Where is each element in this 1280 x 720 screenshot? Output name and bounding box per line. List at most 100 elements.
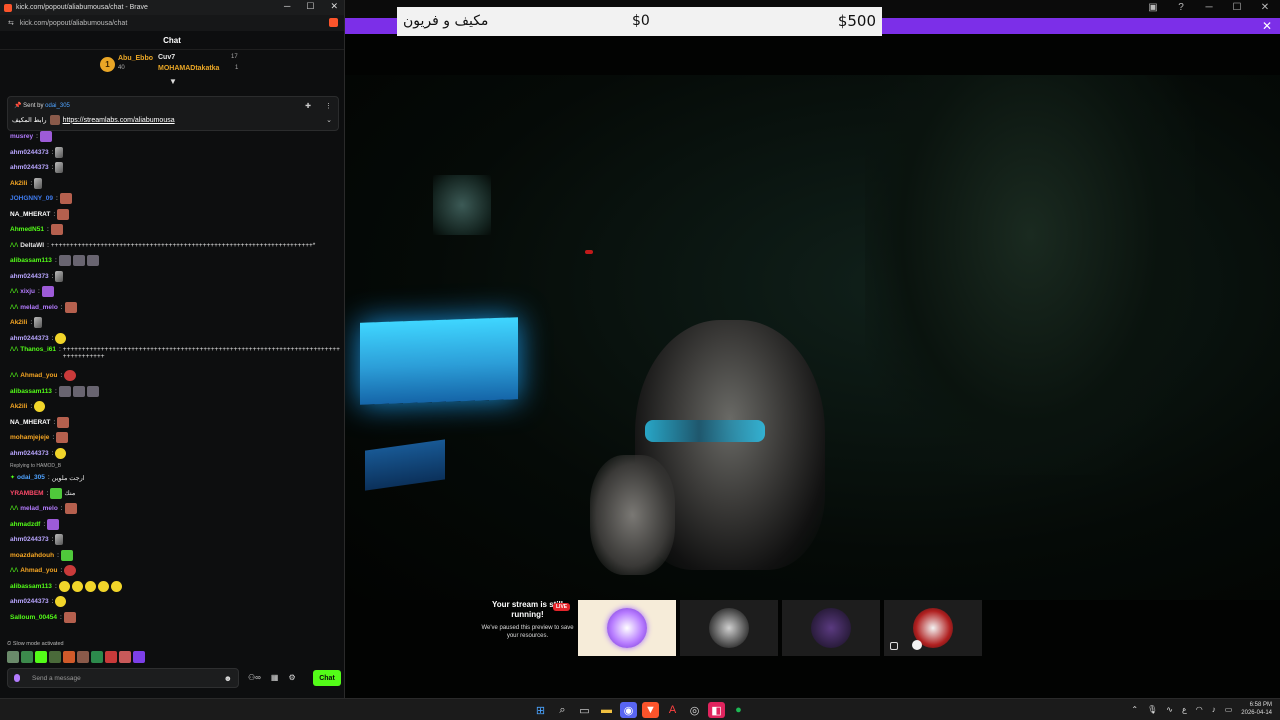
- chat-username[interactable]: Ak2ili: [10, 180, 27, 187]
- chat-message[interactable]: ᐱᐱ Ahmad_you:: [10, 368, 340, 384]
- chat-username[interactable]: mohamjejeje: [10, 434, 49, 441]
- chat-username[interactable]: Thanos_i61: [20, 346, 56, 353]
- chat-username[interactable]: melad_melo: [20, 505, 58, 512]
- expand-leaderboard-icon[interactable]: ▼: [169, 77, 177, 86]
- emote-1[interactable]: [7, 651, 19, 663]
- chat-message[interactable]: ahm0244373:: [10, 331, 340, 347]
- stream-preview-video[interactable]: [345, 75, 1280, 600]
- url-text[interactable]: kick.com/popout/aliabumousa/chat: [20, 20, 127, 27]
- microphone-icon[interactable]: 🎙: [1147, 705, 1157, 714]
- source-card-skull[interactable]: [680, 600, 778, 656]
- chat-username[interactable]: YRAMBEM: [10, 490, 44, 497]
- chat-username[interactable]: ahm0244373: [10, 536, 49, 543]
- emote-10[interactable]: [133, 651, 145, 663]
- unpin-icon[interactable]: ✚: [305, 102, 311, 110]
- streamlabs-icon[interactable]: ◧: [708, 702, 725, 718]
- settings-gear-icon[interactable]: ⚙: [288, 673, 295, 682]
- emote-9[interactable]: [119, 651, 131, 663]
- info-icon[interactable]: [912, 640, 922, 650]
- chat-username[interactable]: DeltaWI: [20, 242, 44, 249]
- start-menu-icon[interactable]: ⊞: [532, 702, 549, 718]
- chevron-up-icon[interactable]: ⌃: [1131, 705, 1138, 714]
- clock[interactable]: 6:58 PM 2026-04-14: [1241, 701, 1272, 717]
- source-card-character[interactable]: [884, 600, 982, 656]
- close-button[interactable]: ✕: [330, 1, 338, 12]
- chat-username[interactable]: Salloum_00454: [10, 614, 57, 621]
- site-info-icon[interactable]: ⇆: [8, 19, 14, 27]
- network-icon[interactable]: ◠: [1196, 705, 1203, 714]
- chat-username[interactable]: Ahmad_you: [20, 567, 57, 574]
- close-button[interactable]: ✕: [1258, 2, 1272, 13]
- chat-message[interactable]: YRAMBEM: منك: [10, 486, 340, 502]
- chat-username[interactable]: xixju: [20, 288, 35, 295]
- chat-message[interactable]: ᐱᐱ xixju:: [10, 284, 340, 300]
- battery-icon[interactable]: ▭: [1225, 705, 1233, 714]
- chat-message[interactable]: ᐱᐱ DeltaWI: +++++++++++++++++++++++++++++…: [10, 238, 340, 254]
- swap-icon[interactable]: [890, 642, 898, 650]
- app-a-icon[interactable]: A: [664, 702, 681, 718]
- chat-message[interactable]: musrey:: [10, 129, 340, 145]
- chat-username[interactable]: ahm0244373: [10, 598, 49, 605]
- chat-message[interactable]: JOHGNNY_09:: [10, 191, 340, 207]
- chat-username[interactable]: ahm0244373: [10, 149, 49, 156]
- chat-username[interactable]: musrey: [10, 133, 33, 140]
- gift-icon[interactable]: ▦: [271, 673, 279, 682]
- cast-icon[interactable]: ▣: [1146, 2, 1160, 13]
- chat-message[interactable]: ᐱᐱ Thanos_i61: ++++++++++++++++++++++++++…: [10, 346, 340, 368]
- volume-icon[interactable]: ♪: [1212, 705, 1216, 714]
- wifi-icon[interactable]: ∿: [1166, 705, 1173, 714]
- pinned-sender[interactable]: odai_305: [45, 103, 70, 109]
- chat-message[interactable]: ᐱᐱ melad_melo:: [10, 300, 340, 316]
- source-card-logo[interactable]: [578, 600, 676, 656]
- chat-username[interactable]: ahm0244373: [10, 164, 49, 171]
- discord-icon[interactable]: ◉: [620, 702, 637, 718]
- chat-username[interactable]: Ak2ili: [10, 403, 27, 410]
- emote-3[interactable]: [35, 651, 47, 663]
- minimize-button[interactable]: ─: [1202, 2, 1216, 13]
- chat-message[interactable]: ahmadzdf:: [10, 517, 340, 533]
- chat-message[interactable]: ahm0244373:: [10, 446, 340, 462]
- chat-message[interactable]: ahm0244373:: [10, 269, 340, 285]
- search-icon[interactable]: ⌕: [554, 702, 571, 718]
- chat-message[interactable]: Ak2ili:: [10, 399, 340, 415]
- reward-icon[interactable]: ⚇∞: [248, 673, 261, 682]
- chat-username[interactable]: ahmadzdf: [10, 521, 40, 528]
- source-card-camera[interactable]: [782, 600, 880, 656]
- emote-8[interactable]: [105, 651, 117, 663]
- chat-message[interactable]: Salloum_00454:: [10, 610, 340, 626]
- brave-shield-icon[interactable]: [329, 18, 338, 27]
- chat-message[interactable]: alibassam113:: [10, 253, 340, 269]
- emote-5[interactable]: [63, 651, 75, 663]
- chat-message[interactable]: ᐱᐱ Ahmad_you:: [10, 563, 340, 579]
- chat-username[interactable]: melad_melo: [20, 304, 58, 311]
- emote-4[interactable]: [49, 651, 61, 663]
- chat-message[interactable]: Ak2ili:: [10, 315, 340, 331]
- chat-username[interactable]: moazdahdouh: [10, 552, 54, 559]
- emoji-picker-icon[interactable]: ☻: [224, 674, 232, 683]
- chat-input[interactable]: Send a message ☻: [7, 668, 239, 688]
- chat-message[interactable]: moazdahdouh:: [10, 548, 340, 564]
- chat-username[interactable]: NA_MHERAT: [10, 419, 50, 426]
- chat-username[interactable]: alibassam113: [10, 257, 52, 264]
- pinned-link[interactable]: https://streamlabs.com/aliabumousa: [63, 117, 175, 124]
- chat-message[interactable]: mohamjejeje:: [10, 430, 340, 446]
- chat-message[interactable]: NA_MHERAT:: [10, 415, 340, 431]
- chevron-down-icon[interactable]: ⌄: [326, 116, 332, 124]
- chat-username[interactable]: NA_MHERAT: [10, 211, 50, 218]
- chat-message[interactable]: alibassam113:: [10, 384, 340, 400]
- chat-message[interactable]: alibassam113:: [10, 579, 340, 595]
- chat-input-placeholder[interactable]: Send a message: [32, 675, 81, 682]
- minimize-button[interactable]: ─: [284, 1, 290, 12]
- chat-username[interactable]: odai_305: [17, 474, 45, 481]
- chat-message[interactable]: ahm0244373:: [10, 145, 340, 161]
- chat-username[interactable]: alibassam113: [10, 388, 52, 395]
- microphone-icon[interactable]: [14, 674, 20, 682]
- chat-username[interactable]: Ahmad_you: [20, 372, 57, 379]
- chat-message[interactable]: ahm0244373:: [10, 532, 340, 548]
- chat-username[interactable]: JOHGNNY_09: [10, 195, 53, 202]
- leader-3-name[interactable]: MOHAMADtakatka: [158, 65, 219, 72]
- chat-username[interactable]: ahm0244373: [10, 335, 49, 342]
- emote-6[interactable]: [77, 651, 89, 663]
- maximize-button[interactable]: ☐: [306, 1, 314, 12]
- emote-7[interactable]: [91, 651, 103, 663]
